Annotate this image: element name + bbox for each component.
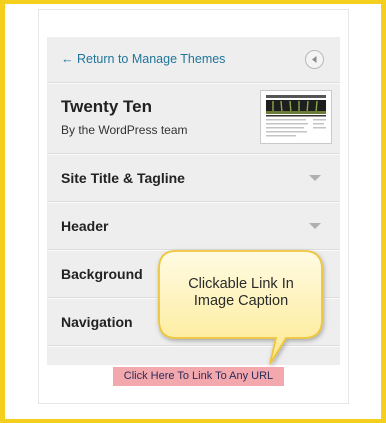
theme-info-row: Twenty Ten By the WordPress team	[47, 83, 340, 154]
callout-bubble: Clickable Link In Image Caption	[158, 250, 324, 375]
section-header[interactable]: Header	[47, 202, 340, 250]
callout-line-1: Clickable Link In	[188, 276, 294, 292]
section-label: Site Title & Tagline	[61, 170, 185, 186]
return-to-themes-link[interactable]: ← Return to Manage Themes	[61, 52, 225, 66]
section-label: Header	[61, 218, 109, 234]
chevron-down-icon	[309, 223, 321, 229]
section-label: Navigation	[61, 314, 133, 330]
callout-line-2: Image Caption	[193, 293, 289, 309]
theme-thumbnail	[260, 90, 332, 144]
circle-left-arrow-icon[interactable]	[305, 50, 324, 69]
section-site-title-tagline[interactable]: Site Title & Tagline	[47, 154, 340, 202]
section-label: Background	[61, 266, 143, 282]
callout-text: Clickable Link In Image Caption	[166, 276, 316, 310]
image-caption-link[interactable]: Click Here To Link To Any URL	[113, 367, 284, 386]
theme-author: By the WordPress team	[61, 123, 188, 137]
return-to-themes-row[interactable]: ← Return to Manage Themes	[47, 37, 340, 83]
chevron-down-icon	[309, 175, 321, 181]
theme-name: Twenty Ten	[61, 97, 152, 116]
